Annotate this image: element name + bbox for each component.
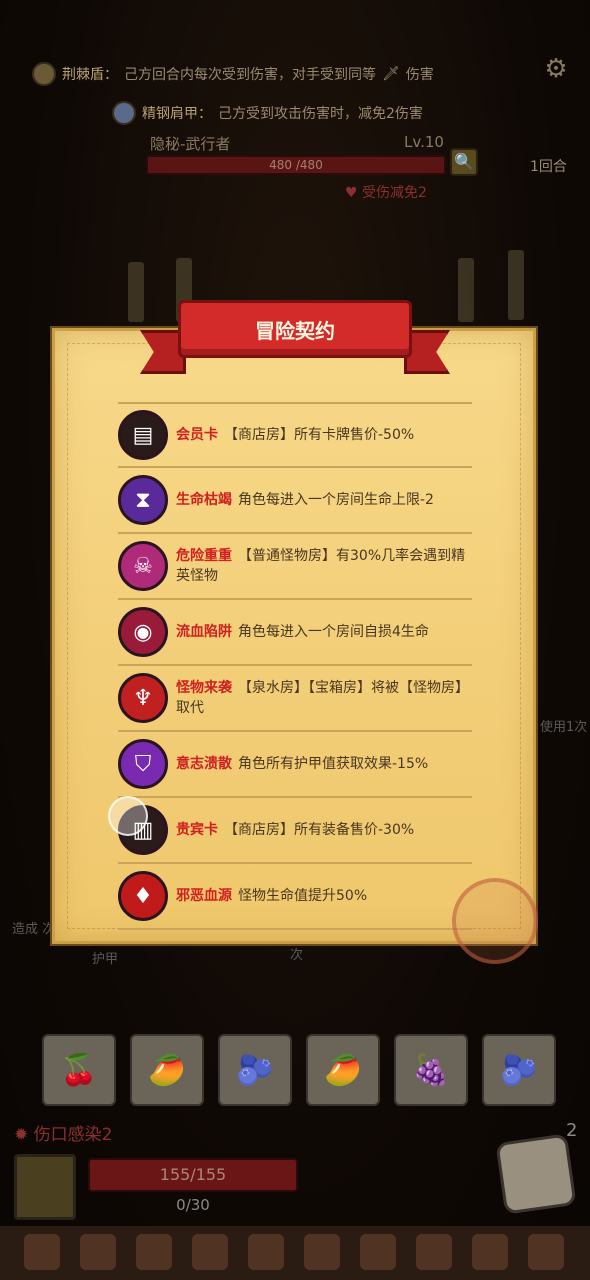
toolbar-item-icon[interactable] (192, 1234, 228, 1270)
sword-icon: 🗡 (382, 66, 400, 82)
contract-desc: 角色每进入一个房间自损4生命 (238, 624, 429, 640)
contract-name: 贵宾卡 (176, 822, 218, 838)
contract-text: 邪恶血源 怪物生命值提升50% (176, 886, 472, 906)
virus-icon: ✹ (14, 1125, 29, 1145)
settings-gear-icon[interactable]: ⚙ (542, 55, 570, 83)
dice-button[interactable] (495, 1133, 577, 1215)
toolbar-item-icon[interactable] (136, 1234, 172, 1270)
toolbar-item-icon[interactable] (416, 1234, 452, 1270)
toolbar-item-icon[interactable] (304, 1234, 340, 1270)
fruit-slot[interactable]: 🍒 (42, 1034, 116, 1106)
side-text-right: 使用1次 (540, 720, 588, 735)
touch-indicator (108, 796, 148, 836)
side-text-armor: 护甲 (92, 952, 119, 967)
enemy-level: Lv.10 (404, 133, 444, 151)
skull-icon: ☠ (118, 541, 168, 591)
contract-name: 危险重重 (176, 548, 232, 564)
toolbar-item-icon[interactable] (472, 1234, 508, 1270)
pauldron-icon (112, 101, 136, 125)
dice-count: 2 (566, 1120, 578, 1141)
contract-text: 怪物来袭 【泉水房】【宝箱房】将被【怪物房】取代 (176, 678, 472, 718)
enemy-hp-bar: 480 /480 (146, 155, 446, 175)
contract-item[interactable]: ▥ 贵宾卡 【商店房】所有装备售价-30% (118, 798, 472, 864)
enemy-name: 隐秘-武行者 (150, 135, 231, 153)
inspect-magnifier-icon[interactable]: 🔍 (450, 148, 478, 176)
contract-item[interactable]: ⛉ 意志溃散 角色所有护甲值获取效果-15% (118, 732, 472, 798)
hourglass-icon: ⧗ (118, 475, 168, 525)
contract-list[interactable]: ▤ 会员卡 【商店房】所有卡牌售价-50% ⧗ 生命枯竭 角色每进入一个房间生命上限-2 ☠… (118, 402, 472, 930)
fruit-slots: 🍒 🥭 🫐 🥭 🍇 🫐 (42, 1034, 556, 1106)
contract-text: 生命枯竭 角色每进入一个房间生命上限-2 (176, 490, 472, 510)
contract-desc: 角色所有护甲值获取效果-15% (238, 756, 429, 772)
contract-name: 流血陷阱 (176, 624, 232, 640)
contract-text: 流血陷阱 角色每进入一个房间自损4生命 (176, 622, 472, 642)
contract-text: 会员卡 【商店房】所有卡牌售价-50% (176, 425, 472, 445)
demon-icon: ♆ (118, 673, 168, 723)
contract-item[interactable]: ▤ 会员卡 【商店房】所有卡牌售价-50% (118, 402, 472, 468)
fruit-slot[interactable]: 🫐 (482, 1034, 556, 1106)
contract-name: 意志溃散 (176, 756, 232, 772)
player-avatar[interactable] (14, 1154, 76, 1220)
wound-infection-status: ✹ 伤口感染2 (14, 1125, 113, 1145)
toolbar-item-icon[interactable] (24, 1234, 60, 1270)
player-armor: 0/30 (176, 1196, 210, 1214)
toolbar-item-icon[interactable] (528, 1234, 564, 1270)
fruit-slot[interactable]: 🥭 (130, 1034, 204, 1106)
fruit-slot[interactable]: 🍇 (394, 1034, 468, 1106)
contract-item[interactable]: ⧗ 生命枯竭 角色每进入一个房间生命上限-2 (118, 468, 472, 534)
buff-steel-pauldron: 精钢肩甲： 己方受到攻击伤害时，减免2伤害 (112, 101, 423, 125)
membership-card-icon: ▤ (118, 410, 168, 460)
contract-item[interactable]: ☠ 危险重重 【普通怪物房】有30%几率会遇到精英怪物 (118, 534, 472, 600)
dialog-title: 冒险契约 (178, 300, 412, 358)
contract-desc: 【商店房】所有装备售价-30% (224, 822, 415, 838)
fruit-slot[interactable]: 🫐 (218, 1034, 292, 1106)
round-counter: 1回合 (530, 159, 567, 175)
contract-name: 邪恶血源 (176, 888, 232, 904)
contract-text: 危险重重 【普通怪物房】有30%几率会遇到精英怪物 (176, 546, 472, 586)
broken-shield-icon: ⛉ (118, 739, 168, 789)
fruit-slot[interactable]: 🥭 (306, 1034, 380, 1106)
contract-item[interactable]: ◉ 流血陷阱 角色每进入一个房间自损4生命 (118, 600, 472, 666)
damage-reduce-status: ♥ 受伤减免2 (345, 185, 427, 201)
contract-text: 贵宾卡 【商店房】所有装备售价-30% (176, 820, 472, 840)
toolbar-item-icon[interactable] (80, 1234, 116, 1270)
toolbar-item-icon[interactable] (360, 1234, 396, 1270)
thorn-shield-icon (32, 62, 56, 86)
contract-desc: 角色每进入一个房间生命上限-2 (238, 492, 434, 508)
side-text-mid: 次 (290, 948, 304, 963)
contract-item[interactable]: ♆ 怪物来袭 【泉水房】【宝箱房】将被【怪物房】取代 (118, 666, 472, 732)
blood-bag-icon: ♦ (118, 871, 168, 921)
contract-text: 意志溃散 角色所有护甲值获取效果-15% (176, 754, 472, 774)
contract-name: 会员卡 (176, 427, 218, 443)
buff-thorn-shield: 荆棘盾： 己方回合内每次受到伤害，对手受到同等 🗡 伤害 (32, 62, 434, 86)
fang-trap-icon: ◉ (118, 607, 168, 657)
contract-desc: 【商店房】所有卡牌售价-50% (224, 427, 415, 443)
contract-name: 生命枯竭 (176, 492, 232, 508)
contract-item[interactable]: ♦ 邪恶血源 怪物生命值提升50% (118, 864, 472, 930)
heart-icon: ♥ (345, 185, 358, 201)
contract-desc: 怪物生命值提升50% (238, 888, 368, 904)
wax-stamp-icon (452, 878, 538, 964)
player-hp-bar: 155/155 (88, 1158, 298, 1192)
contract-name: 怪物来袭 (176, 680, 232, 696)
toolbar-item-icon[interactable] (248, 1234, 284, 1270)
